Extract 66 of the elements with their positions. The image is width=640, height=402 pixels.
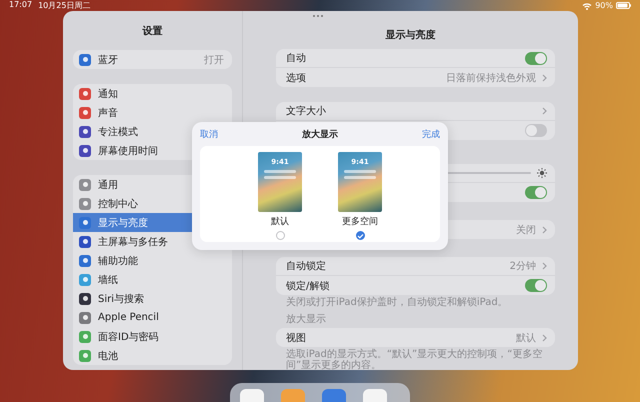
sidebar-item[interactable]: 面容ID与密码 [73,327,232,346]
sidebar-item[interactable]: 主屏幕与多任务 [73,232,232,251]
radio-button[interactable] [356,231,364,240]
sun-icon [537,168,547,178]
chevron-icon [542,262,547,270]
item-label: Siri与搜索 [98,292,144,306]
toggle-switch[interactable] [525,124,547,137]
done-button[interactable]: 完成 [422,128,440,140]
battery-percent: 90% [595,1,613,10]
radio-button[interactable] [276,231,284,240]
cancel-button[interactable]: 取消 [200,128,218,140]
row-label: 文字大小 [286,104,326,118]
status-date: 10月25日周二 [38,0,90,11]
sidebar-item[interactable]: 控制中心 [73,194,232,213]
row-value: 关闭 [516,224,536,236]
detail-title: 显示与亮度 [386,28,436,42]
row-label: 自动 [286,52,306,65]
sidebar-item[interactable]: 蓝牙 打开 [73,50,232,69]
sidebar-item[interactable]: 通知 [73,84,232,103]
item-label: 面容ID与密码 [98,330,159,344]
item-label: 墙纸 [98,274,118,286]
sidebar-item[interactable]: 屏幕使用时间 [73,141,232,160]
toggle-switch[interactable] [525,186,547,199]
sidebar-item[interactable]: 辅助功能 [73,251,232,270]
chevron-icon [542,226,547,234]
item-value: 打开 [204,54,224,66]
section-footer: 关闭或打开iPad保护盖时，自动锁定和解锁iPad。 [276,296,555,312]
row-label: 锁定/解锁 [286,280,330,292]
battery-icon [616,2,631,9]
item-label: Apple Pencil [98,312,159,323]
sidebar-item[interactable]: Siri与搜索 [73,289,232,308]
item-label: 蓝牙 [98,54,118,66]
sidebar-item[interactable]: 声音 [73,103,232,122]
option-label: 更多空间 [342,216,378,228]
item-label: 屏幕使用时间 [98,144,158,158]
chevron-icon [542,334,547,342]
row-label: 选项 [286,72,306,84]
item-label: 通知 [98,88,118,100]
row-value: 日落前保持浅色外观 [446,72,536,84]
sidebar-item[interactable]: 通用 [73,175,232,194]
option-label: 默认 [271,216,289,228]
item-label: 控制中心 [98,198,138,210]
section-footer: 选取iPad的显示方式。“默认”显示更大的控制项，“更多空间”显示更多的内容。 [276,348,555,370]
toggle-switch[interactable] [525,279,547,292]
row-value: 默认 [516,332,536,344]
row-label: 自动锁定 [286,260,326,273]
sheet-title: 放大显示 [301,128,339,140]
chevron-icon [542,107,547,115]
item-label: 声音 [98,106,118,120]
row-value: 2分钟 [510,260,536,273]
row-label: 视图 [286,332,306,344]
item-label: 电池 [98,350,118,362]
item-label: 通用 [98,178,118,192]
toggle-switch[interactable] [525,52,547,64]
sidebar-title: 设置 [141,24,164,38]
item-label: 主屏幕与多任务 [98,236,168,248]
item-label: 辅助功能 [98,254,138,268]
item-label: 显示与亮度 [98,216,148,230]
wifi-icon [582,2,592,10]
sidebar-item[interactable]: 墙纸 [73,270,232,289]
chevron-icon [542,74,547,82]
sidebar-item[interactable]: 电池 [73,346,232,365]
status-time: 17:07 [9,0,32,11]
sidebar-item[interactable]: Apple Pencil [73,308,232,327]
item-label: 专注模式 [98,126,138,138]
section-header: 放大显示 [285,312,327,327]
